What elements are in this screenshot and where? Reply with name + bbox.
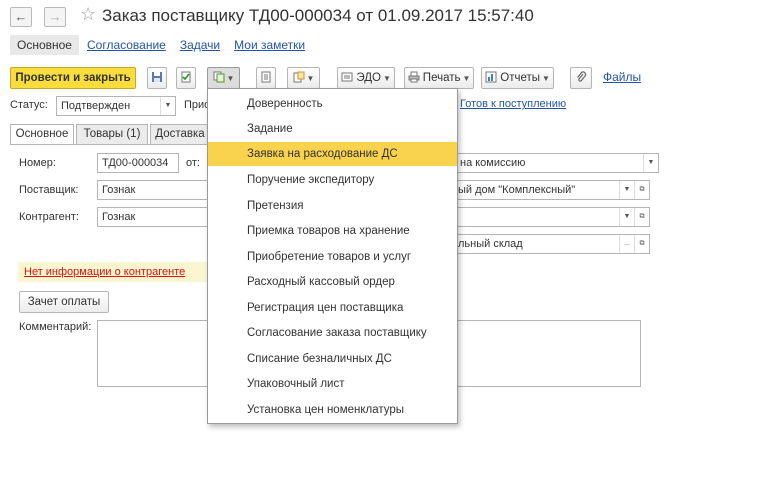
paperclip-icon: [577, 71, 587, 82]
open-icon[interactable]: ⧉: [634, 235, 649, 253]
menu-item[interactable]: Установка цен номенклатуры: [208, 398, 457, 422]
create-based-on-menu: Доверенность Задание Заявка на расходова…: [207, 88, 458, 424]
menu-item[interactable]: Согласование заказа поставщику: [208, 321, 457, 345]
menu-item[interactable]: Упаковочный лист: [208, 372, 457, 396]
supplier-label: Поставщик:: [19, 184, 79, 196]
save-button[interactable]: [147, 67, 167, 89]
menu-item-highlighted[interactable]: Заявка на расходование ДС: [208, 142, 457, 166]
floppy-disk-icon: [152, 72, 162, 82]
star-icon[interactable]: ☆: [80, 4, 96, 25]
chevron-down-icon[interactable]: ▼: [619, 181, 634, 199]
menu-item[interactable]: Списание безналичных ДС: [208, 347, 457, 371]
post-and-close-button[interactable]: Провести и закрыть: [10, 67, 136, 89]
files-link[interactable]: Файлы: [603, 70, 641, 84]
post-document-icon: [181, 71, 191, 83]
operation-field[interactable]: на комиссию ▼: [450, 153, 659, 173]
comment-label: Комментарий:: [19, 321, 92, 333]
payment-offset-button[interactable]: Зачет оплаты: [19, 291, 109, 313]
edo-icon: [341, 72, 353, 82]
chevron-down-icon: ▼: [382, 74, 391, 83]
menu-item[interactable]: Приемка товаров на хранение: [208, 219, 457, 243]
menu-item[interactable]: Доверенность: [208, 92, 457, 116]
nav-tab-tasks[interactable]: Задачи: [180, 38, 220, 52]
printer-icon: [408, 71, 420, 83]
tab-main[interactable]: Основное: [10, 124, 74, 145]
reports-button[interactable]: Отчеты ▼: [481, 67, 554, 89]
nav-tab-notes[interactable]: Мои заметки: [234, 38, 305, 52]
chevron-down-icon[interactable]: ▼: [643, 154, 658, 172]
chevron-down-icon: ▼: [462, 74, 471, 83]
status-label: Статус:: [10, 99, 48, 111]
tab-goods[interactable]: Товары (1): [76, 124, 148, 144]
number-label: Номер:: [19, 157, 56, 169]
contractor-warning: Нет информации о контрагенте: [18, 262, 207, 282]
status-value: Подтвержден: [61, 100, 131, 112]
chevron-down-icon[interactable]: ▼: [619, 208, 634, 226]
status-select[interactable]: Подтвержден ▼: [56, 96, 176, 116]
menu-item[interactable]: Приобретение товаров и услуг: [208, 245, 457, 269]
post-document-button[interactable]: [176, 67, 196, 89]
number-field[interactable]: ТД00-000034: [97, 153, 179, 173]
page-title: Заказ поставщику ТД00-000034 от 01.09.20…: [102, 6, 534, 25]
attach-files-button[interactable]: [570, 67, 592, 89]
ready-for-receipt-link[interactable]: Готов к поступлению: [460, 98, 566, 110]
chevron-down-icon: ▼: [226, 74, 235, 83]
edo-button[interactable]: ЭДО ▼: [337, 67, 395, 89]
create-based-on-button[interactable]: ▼: [207, 67, 240, 89]
menu-item[interactable]: Расходный кассовый ордер: [208, 270, 457, 294]
contractor-label: Контрагент:: [19, 211, 79, 223]
edo-label: ЭДО: [356, 72, 381, 84]
menu-item[interactable]: Задание: [208, 117, 457, 141]
structure-button[interactable]: [256, 67, 276, 89]
list-document-icon: [261, 71, 271, 83]
section-nav: Основное Согласование Задачи Мои заметки: [10, 34, 319, 56]
organization-field[interactable]: ый дом "Комплексный" ▼ ⧉: [450, 180, 650, 200]
tab-delivery[interactable]: Доставка: [150, 124, 210, 144]
back-arrow-icon: ←: [14, 9, 28, 24]
chevron-down-icon: ▼: [542, 74, 550, 83]
print-button[interactable]: Печать ▼: [404, 67, 474, 89]
reports-label: Отчеты: [500, 72, 541, 84]
chevron-down-icon[interactable]: ▼: [160, 97, 175, 115]
reports-icon: [485, 71, 497, 83]
ellipsis-icon[interactable]: ...: [619, 235, 634, 253]
tab-divider: [10, 144, 207, 145]
related-documents-icon: [293, 71, 305, 83]
back-button[interactable]: ←: [10, 7, 32, 27]
menu-item[interactable]: Регистрация цен поставщика: [208, 296, 457, 320]
print-label: Печать: [422, 72, 461, 84]
nav-tab-approval[interactable]: Согласование: [87, 38, 166, 52]
forward-arrow-icon: →: [48, 9, 62, 24]
open-icon[interactable]: ⧉: [634, 181, 649, 199]
date-label: от:: [186, 157, 200, 169]
extra-field[interactable]: ▼ ⧉: [450, 207, 650, 227]
menu-item[interactable]: Поручение экспедитору: [208, 168, 457, 192]
related-docs-button[interactable]: ▼: [287, 67, 320, 89]
warehouse-field[interactable]: льный склад ... ⧉: [450, 234, 650, 254]
create-based-on-icon: [213, 71, 225, 83]
contractor-field[interactable]: Гознак: [97, 207, 209, 227]
menu-item[interactable]: Претензия: [208, 194, 457, 218]
open-icon[interactable]: ⧉: [634, 208, 649, 226]
chevron-down-icon: ▼: [306, 74, 315, 83]
forward-button[interactable]: →: [44, 7, 66, 27]
supplier-field[interactable]: Гознак: [97, 180, 209, 200]
no-contractor-info-link[interactable]: Нет информации о контрагенте: [24, 266, 185, 278]
nav-tab-main[interactable]: Основное: [10, 35, 79, 55]
